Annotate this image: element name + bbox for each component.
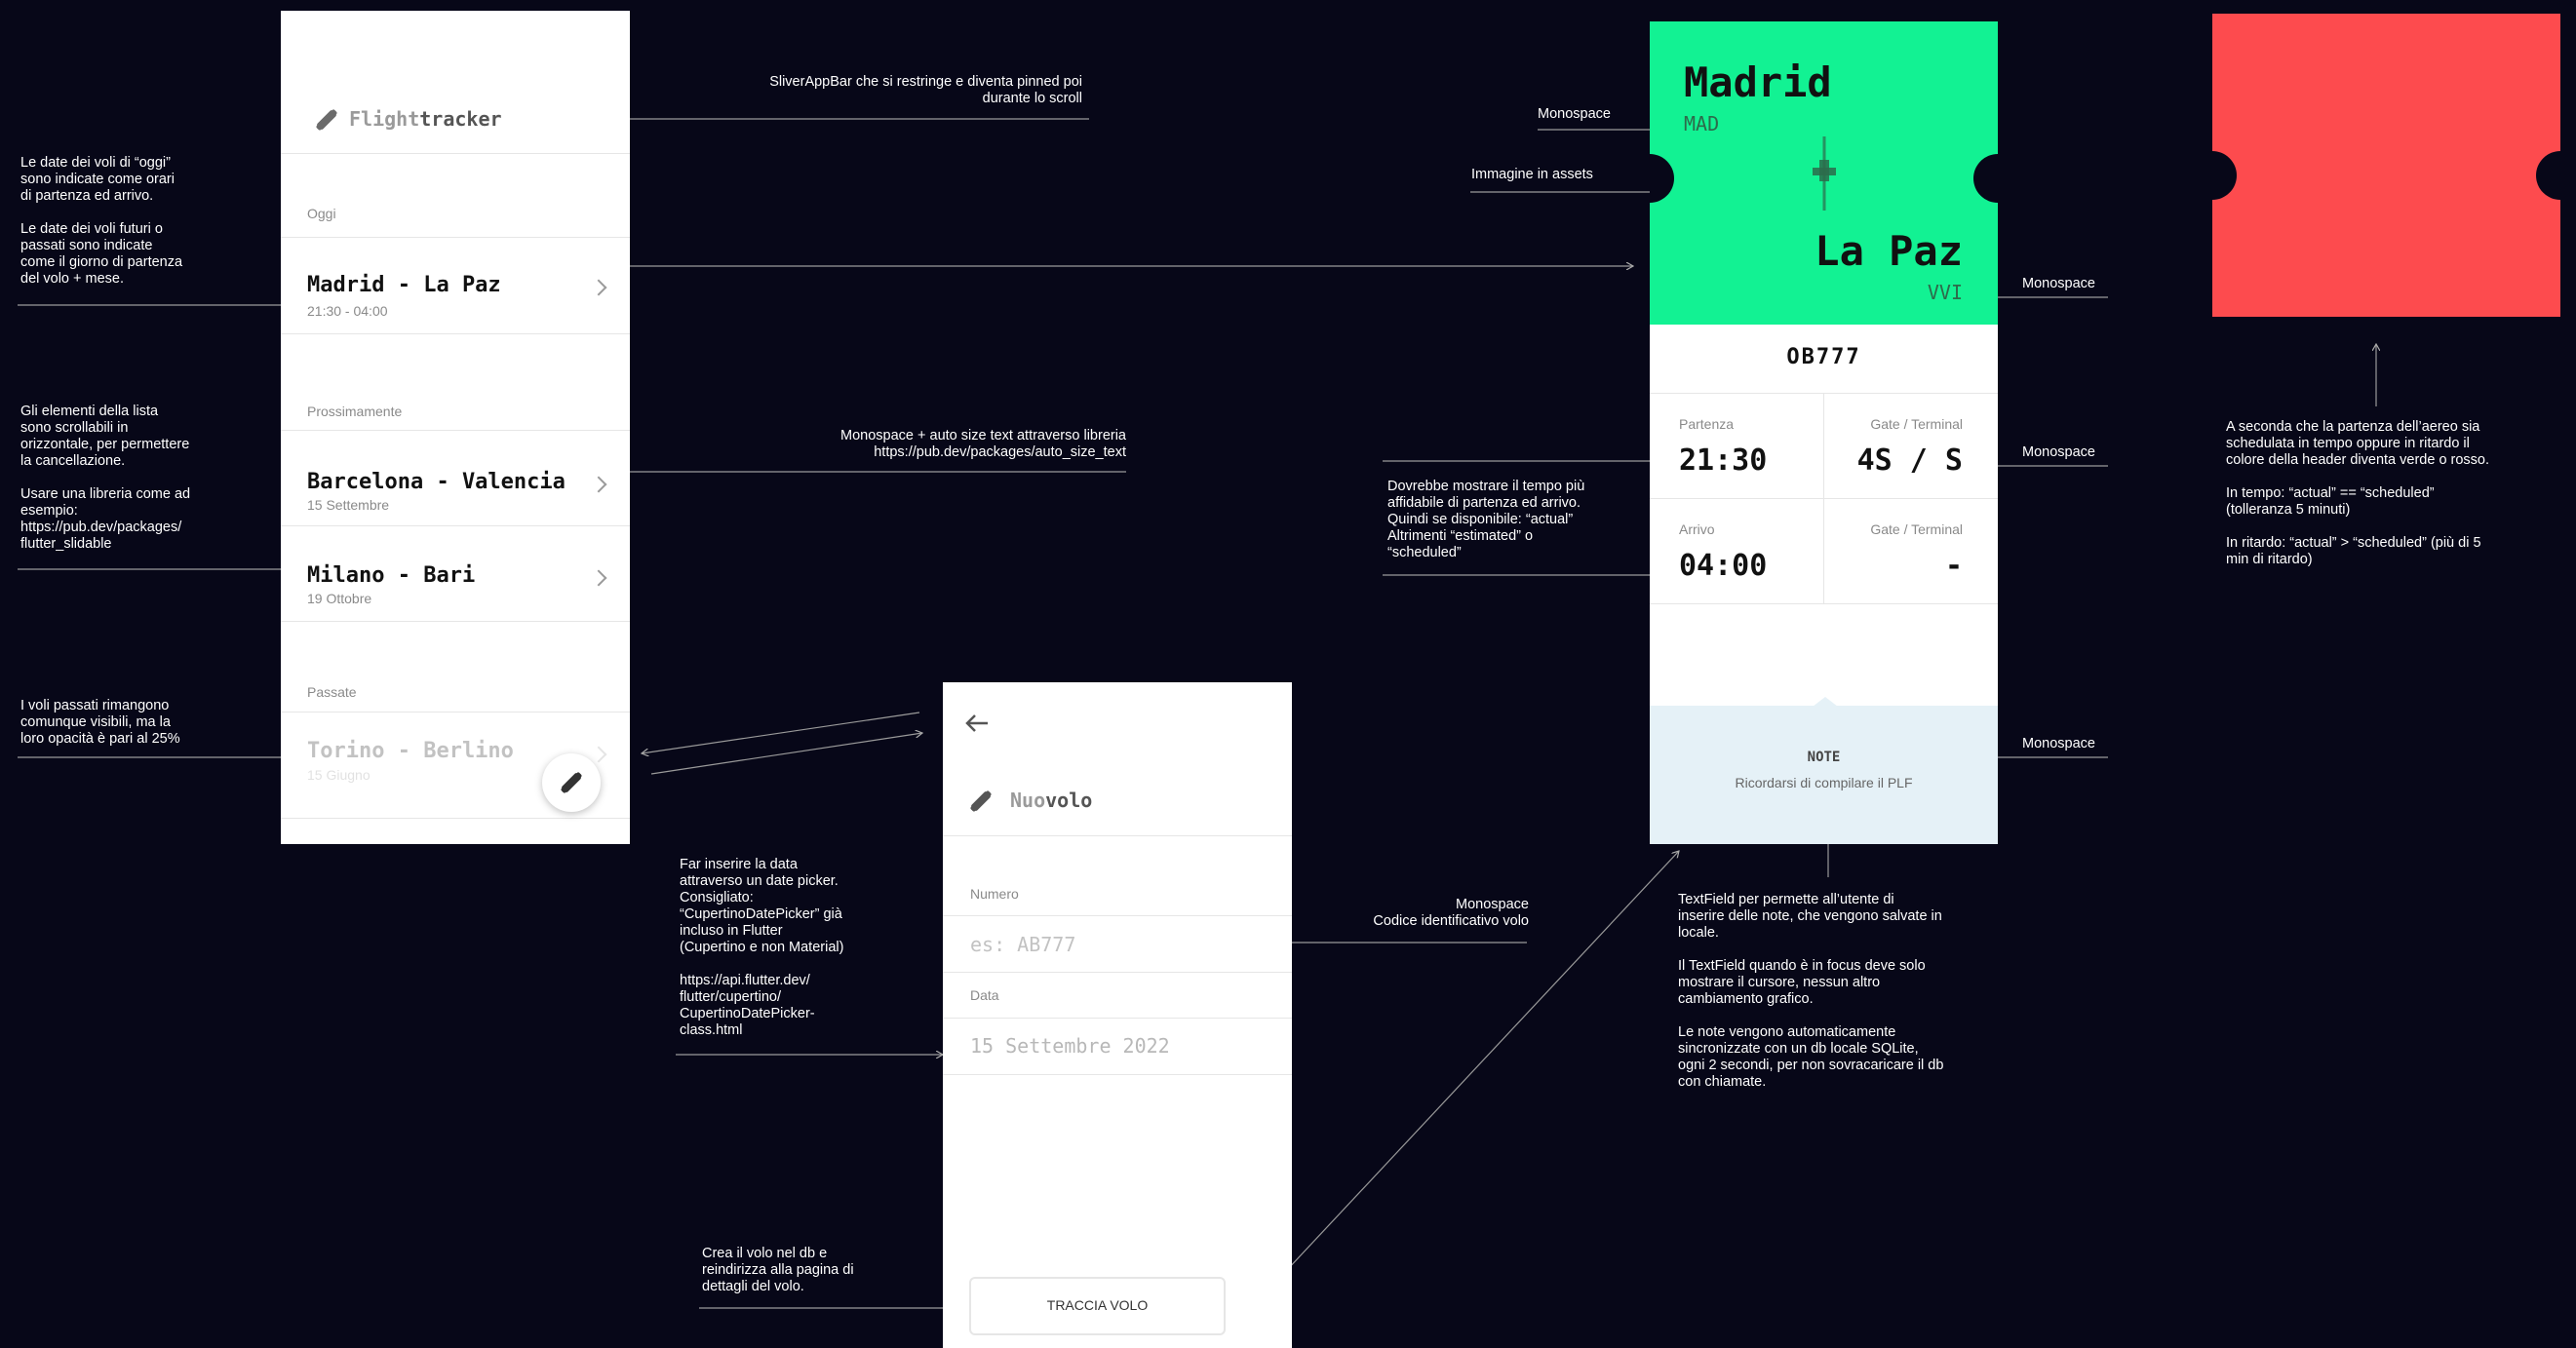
- app-title-part2: tracker: [419, 107, 502, 131]
- app-bar: Flighttracker: [281, 11, 630, 153]
- plane-logo-icon: [970, 790, 992, 812]
- chevron-right-icon: [590, 746, 607, 763]
- plane-icon: [1813, 136, 1836, 211]
- notes-panel[interactable]: NOTE Ricordarsi di compilare il PLF: [1650, 697, 1998, 844]
- chevron-right-icon: [590, 569, 607, 587]
- departure-gate-label: Gate / Terminal: [1870, 416, 1963, 432]
- arrival-label: Arrivo: [1679, 521, 1715, 537]
- plane-icon: [561, 772, 582, 793]
- flight-number: OB777: [1786, 345, 1861, 369]
- note-slidable: Gli elementi della lista sono scrollabil…: [20, 404, 191, 552]
- flight-route: Barcelona - Valencia: [307, 470, 566, 494]
- flight-route: Torino - Berlino: [307, 739, 514, 763]
- new-screen-title: Nuovolo: [1010, 789, 1092, 812]
- arrival-gate: -: [1944, 549, 1963, 583]
- add-flight-fab[interactable]: [542, 753, 601, 812]
- note-sliver-appbar: SliverAppBar che si restringe e diventa …: [769, 74, 1082, 106]
- arrival-time: 04:00: [1679, 549, 1768, 583]
- flight-date: 15 Giugno: [307, 767, 371, 783]
- arrival-city: La Paz: [1815, 227, 1963, 275]
- flight-date: 19 Ottobre: [307, 591, 372, 606]
- departure-code: MAD: [1684, 112, 1720, 135]
- note-autosize: Monospace + auto size text attraverso li…: [840, 428, 1126, 460]
- note-dates: Le date dei voli di “oggi” sono indicate…: [20, 155, 183, 287]
- new-flight-screen: Nuovolo Numero es: AB777 Data 15 Settemb…: [943, 682, 1292, 1348]
- ticket-notch-left: [2212, 151, 2237, 200]
- note-past-flights: I voli passati rimangono comunque visibi…: [20, 698, 180, 747]
- flight-number-input[interactable]: es: AB777: [970, 933, 1272, 956]
- chevron-right-icon: [590, 476, 607, 493]
- note-header-color: A seconda che la partenza dell’aereo sia…: [2226, 419, 2490, 567]
- note-times: Dovrebbe mostrare il tempo più affidabil…: [1387, 479, 1585, 560]
- flight-row[interactable]: Barcelona - Valencia 15 Settembre: [281, 431, 630, 525]
- departure-gate: 4S / S: [1856, 443, 1963, 478]
- flight-row[interactable]: Madrid - La Paz 21:30 - 04:00: [281, 238, 630, 333]
- number-label: Numero: [970, 886, 1019, 902]
- ticket-notch-right: [2536, 151, 2560, 200]
- notes-pointer: [1813, 697, 1838, 707]
- new-title-part1: Nuo: [1010, 789, 1046, 812]
- section-today: Oggi: [307, 206, 336, 221]
- note-monospace-code-iata: Monospace: [2022, 276, 2095, 291]
- app-title-part1: Flight: [349, 107, 420, 131]
- flight-list-screen: Flighttracker Oggi Madrid - La Paz 21:30…: [281, 11, 630, 844]
- note-monospace-code: Monospace Codice identificativo volo: [1373, 897, 1529, 929]
- departure-time: 21:30: [1679, 443, 1768, 478]
- flight-date: 15 Settembre: [307, 497, 390, 513]
- flight-date: 21:30 - 04:00: [307, 303, 388, 319]
- arrival-code: VVI: [1927, 281, 1963, 304]
- note-monospace-gate: Monospace: [2022, 444, 2095, 460]
- flight-row[interactable]: Milano - Bari 19 Ottobre: [281, 526, 630, 621]
- date-picker-field[interactable]: 15 Settembre 2022: [970, 1034, 1272, 1058]
- section-upcoming: Prossimamente: [307, 404, 403, 419]
- track-flight-button[interactable]: TRACCIA VOLO: [969, 1277, 1226, 1335]
- notes-text-field[interactable]: Ricordarsi di compilare il PLF: [1650, 775, 1998, 790]
- note-monospace-notes: Monospace: [2022, 736, 2095, 751]
- note-assets-image: Immagine in assets: [1471, 167, 1593, 182]
- flight-route: Madrid - La Paz: [307, 273, 501, 297]
- date-label: Data: [970, 987, 999, 1003]
- note-datepicker: Far inserire la data attraverso un date …: [680, 857, 844, 1038]
- departure-city: Madrid: [1684, 58, 1832, 106]
- note-monospace-title: Monospace: [1538, 106, 1611, 122]
- new-title-part2: volo: [1045, 789, 1093, 812]
- flight-detail-screen: Madrid MAD La Paz VVI OB777 Partenza 21:…: [1650, 21, 1998, 844]
- flight-header: Madrid MAD La Paz VVI: [1650, 21, 1998, 325]
- chevron-right-icon: [590, 279, 607, 296]
- note-create-flight: Crea il volo nel db e reindirizza alla p…: [702, 1246, 854, 1294]
- arrival-gate-label: Gate / Terminal: [1870, 521, 1963, 537]
- notes-title: NOTE: [1807, 750, 1841, 765]
- plane-logo-icon: [316, 109, 337, 131]
- track-flight-label: TRACCIA VOLO: [1046, 1297, 1149, 1313]
- departure-label: Partenza: [1679, 416, 1735, 432]
- delayed-header-sample: [2212, 14, 2560, 317]
- flight-route: Milano - Bari: [307, 563, 476, 588]
- section-past: Passate: [307, 684, 357, 700]
- back-arrow-icon: [965, 714, 988, 732]
- app-title: Flighttracker: [349, 107, 502, 131]
- note-textfield: TextField per permette all’utente di ins…: [1678, 892, 1944, 1090]
- back-button[interactable]: [962, 710, 994, 737]
